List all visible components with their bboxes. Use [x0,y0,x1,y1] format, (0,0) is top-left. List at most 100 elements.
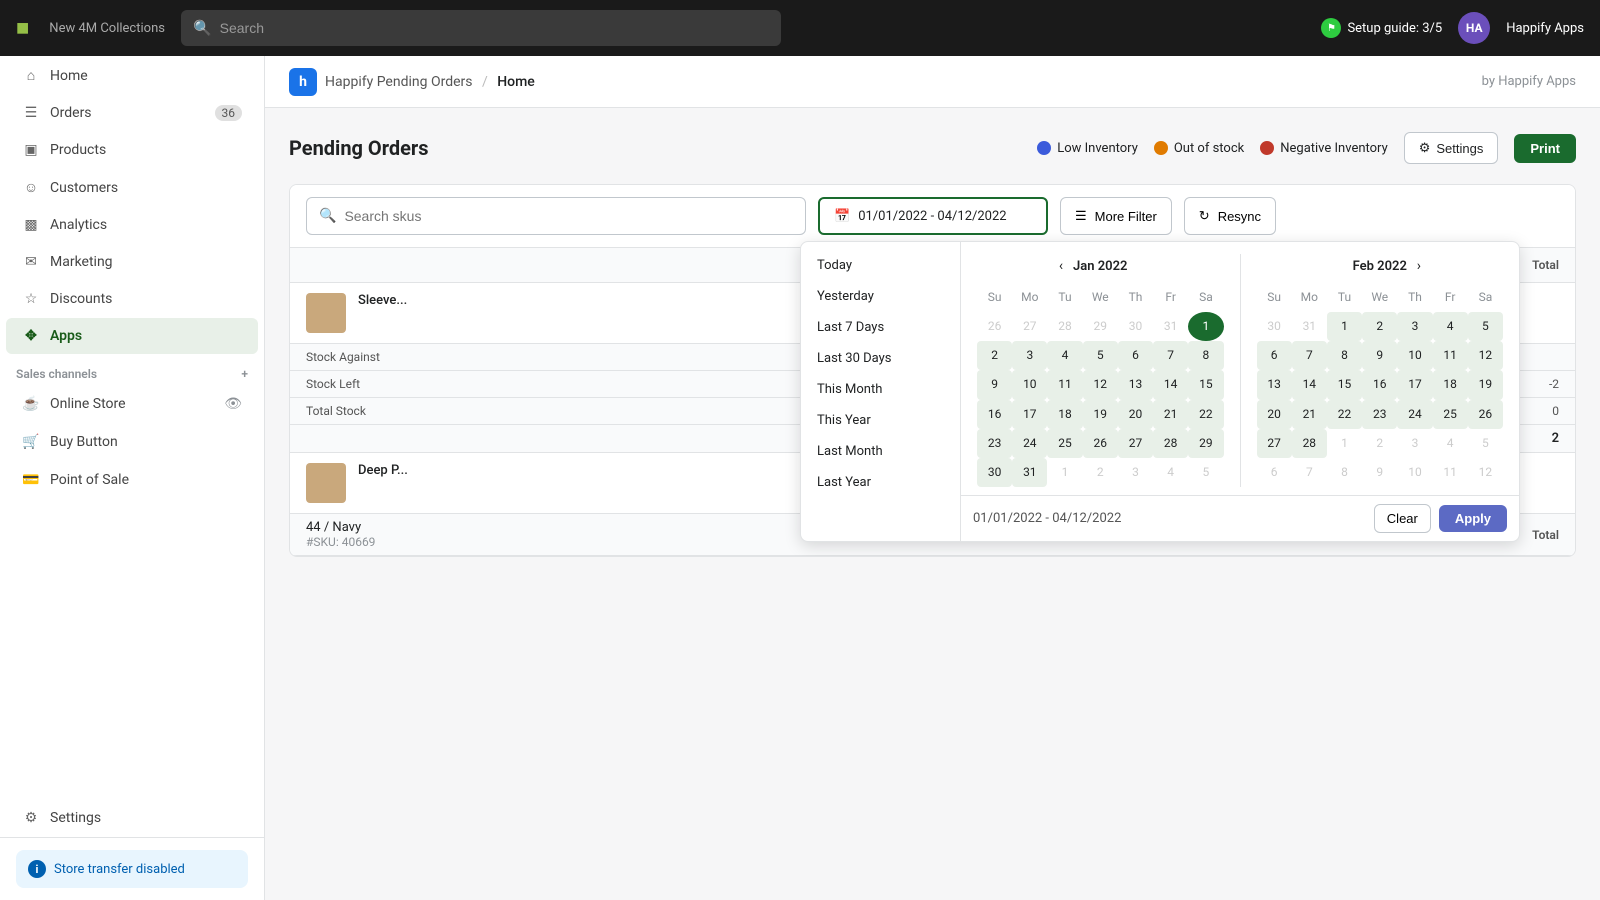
cal-day[interactable]: 15 [1188,370,1223,399]
cal-day[interactable]: 5 [1468,312,1503,341]
cal-day[interactable]: 23 [977,429,1012,458]
cal-day[interactable]: 20 [1257,400,1292,429]
cal-day[interactable]: 16 [977,400,1012,429]
sidebar-item-analytics[interactable]: ▩ Analytics [6,207,258,243]
cal-day[interactable]: 6 [1257,458,1292,487]
visibility-icon[interactable]: 👁 [224,396,242,412]
settings-button[interactable]: ⚙ Settings [1404,132,1499,164]
next-month-button[interactable]: › [1407,254,1431,278]
cal-day[interactable]: 22 [1327,400,1362,429]
sidebar-item-point-of-sale[interactable]: 💳 Point of Sale [6,462,258,498]
cal-day-selected[interactable]: 1 [1188,312,1223,341]
cal-day[interactable]: 11 [1047,370,1082,399]
cal-day[interactable]: 31 [1292,312,1327,341]
cal-day[interactable]: 29 [1188,429,1223,458]
cal-day[interactable]: 27 [1257,429,1292,458]
search-skus-container[interactable]: 🔍 [306,197,806,235]
cal-day[interactable]: 1 [1327,312,1362,341]
preset-thismonth[interactable]: This Month [801,374,960,405]
clear-button[interactable]: Clear [1374,504,1431,533]
sidebar-item-discounts[interactable]: ☆ Discounts [6,281,258,317]
cal-day[interactable]: 2 [977,341,1012,370]
cal-day[interactable]: 7 [1292,341,1327,370]
sidebar-item-orders[interactable]: ☰ Orders 36 [6,95,258,131]
cal-day[interactable]: 30 [977,458,1012,487]
cal-day[interactable]: 23 [1362,400,1397,429]
cal-day[interactable]: 15 [1327,370,1362,399]
cal-day[interactable]: 17 [1012,400,1047,429]
cal-day[interactable]: 26 [977,312,1012,341]
cal-day[interactable]: 28 [1047,312,1082,341]
sidebar-item-apps[interactable]: ✥ Apps [6,318,258,354]
cal-day[interactable]: 4 [1433,429,1468,458]
cal-day[interactable]: 6 [1257,341,1292,370]
breadcrumb-app-link[interactable]: Happify Pending Orders [325,74,473,90]
sidebar-item-home[interactable]: ⌂ Home [6,57,258,94]
cal-day[interactable]: 26 [1083,429,1118,458]
cal-day[interactable]: 19 [1468,370,1503,399]
cal-day[interactable]: 3 [1012,341,1047,370]
cal-day[interactable]: 10 [1397,458,1432,487]
resync-button[interactable]: ↻ Resync [1184,197,1276,235]
sidebar-item-buy-button[interactable]: 🛒 Buy Button [6,424,258,460]
cal-day[interactable]: 9 [1362,458,1397,487]
cal-day[interactable]: 28 [1292,429,1327,458]
sidebar-item-products[interactable]: ▣ Products [6,132,258,168]
cal-day[interactable]: 25 [1433,400,1468,429]
cal-day[interactable]: 27 [1012,312,1047,341]
cal-day[interactable]: 3 [1397,429,1432,458]
cal-day[interactable]: 10 [1397,341,1432,370]
cal-day[interactable]: 6 [1118,341,1153,370]
cal-day[interactable]: 21 [1153,400,1188,429]
cal-day[interactable]: 25 [1047,429,1082,458]
cal-day[interactable]: 26 [1468,400,1503,429]
cal-day[interactable]: 2 [1083,458,1118,487]
cal-day[interactable]: 21 [1292,400,1327,429]
cal-day[interactable]: 8 [1327,341,1362,370]
cal-day[interactable]: 4 [1047,341,1082,370]
cal-day[interactable]: 5 [1468,429,1503,458]
cal-day[interactable]: 12 [1468,458,1503,487]
cal-day[interactable]: 18 [1047,400,1082,429]
sidebar-item-online-store[interactable]: ☕ Online Store 👁 [6,386,258,422]
preset-thisyear[interactable]: This Year [801,405,960,436]
search-skus-input[interactable] [344,208,793,224]
cal-day[interactable]: 10 [1012,370,1047,399]
cal-day[interactable]: 30 [1257,312,1292,341]
cal-day[interactable]: 7 [1153,341,1188,370]
preset-today[interactable]: Today [801,250,960,281]
cal-day[interactable]: 8 [1188,341,1223,370]
cal-day[interactable]: 28 [1153,429,1188,458]
cal-day[interactable]: 12 [1468,341,1503,370]
cal-day[interactable]: 24 [1012,429,1047,458]
cal-day[interactable]: 24 [1397,400,1432,429]
cal-day[interactable]: 19 [1083,400,1118,429]
cal-day[interactable]: 8 [1327,458,1362,487]
cal-day[interactable]: 3 [1397,312,1432,341]
sidebar-item-settings[interactable]: ⚙ Settings [6,800,258,836]
date-range-button[interactable]: 📅 01/01/2022 - 04/12/2022 [818,197,1048,235]
apply-button[interactable]: Apply [1439,505,1507,532]
cal-day[interactable]: 14 [1153,370,1188,399]
cal-day[interactable]: 1 [1047,458,1082,487]
prev-month-button[interactable]: ‹ [1049,254,1073,278]
cal-day[interactable]: 3 [1118,458,1153,487]
preset-last30days[interactable]: Last 30 Days [801,343,960,374]
cal-day[interactable]: 7 [1292,458,1327,487]
more-filter-button[interactable]: ☰ More Filter [1060,197,1172,235]
preset-lastmonth[interactable]: Last Month [801,436,960,467]
cal-day[interactable]: 16 [1362,370,1397,399]
cal-day[interactable]: 31 [1153,312,1188,341]
add-sales-channel-icon[interactable]: + [241,367,248,381]
print-button[interactable]: Print [1514,134,1576,163]
cal-day[interactable]: 18 [1433,370,1468,399]
cal-day[interactable]: 22 [1188,400,1223,429]
cal-day[interactable]: 4 [1433,312,1468,341]
preset-lastyear[interactable]: Last Year [801,467,960,498]
cal-day[interactable]: 4 [1153,458,1188,487]
search-input[interactable] [220,20,769,36]
cal-day[interactable]: 2 [1362,312,1397,341]
cal-day[interactable]: 5 [1083,341,1118,370]
cal-day[interactable]: 30 [1118,312,1153,341]
sidebar-item-customers[interactable]: ☺ Customers [6,169,258,206]
